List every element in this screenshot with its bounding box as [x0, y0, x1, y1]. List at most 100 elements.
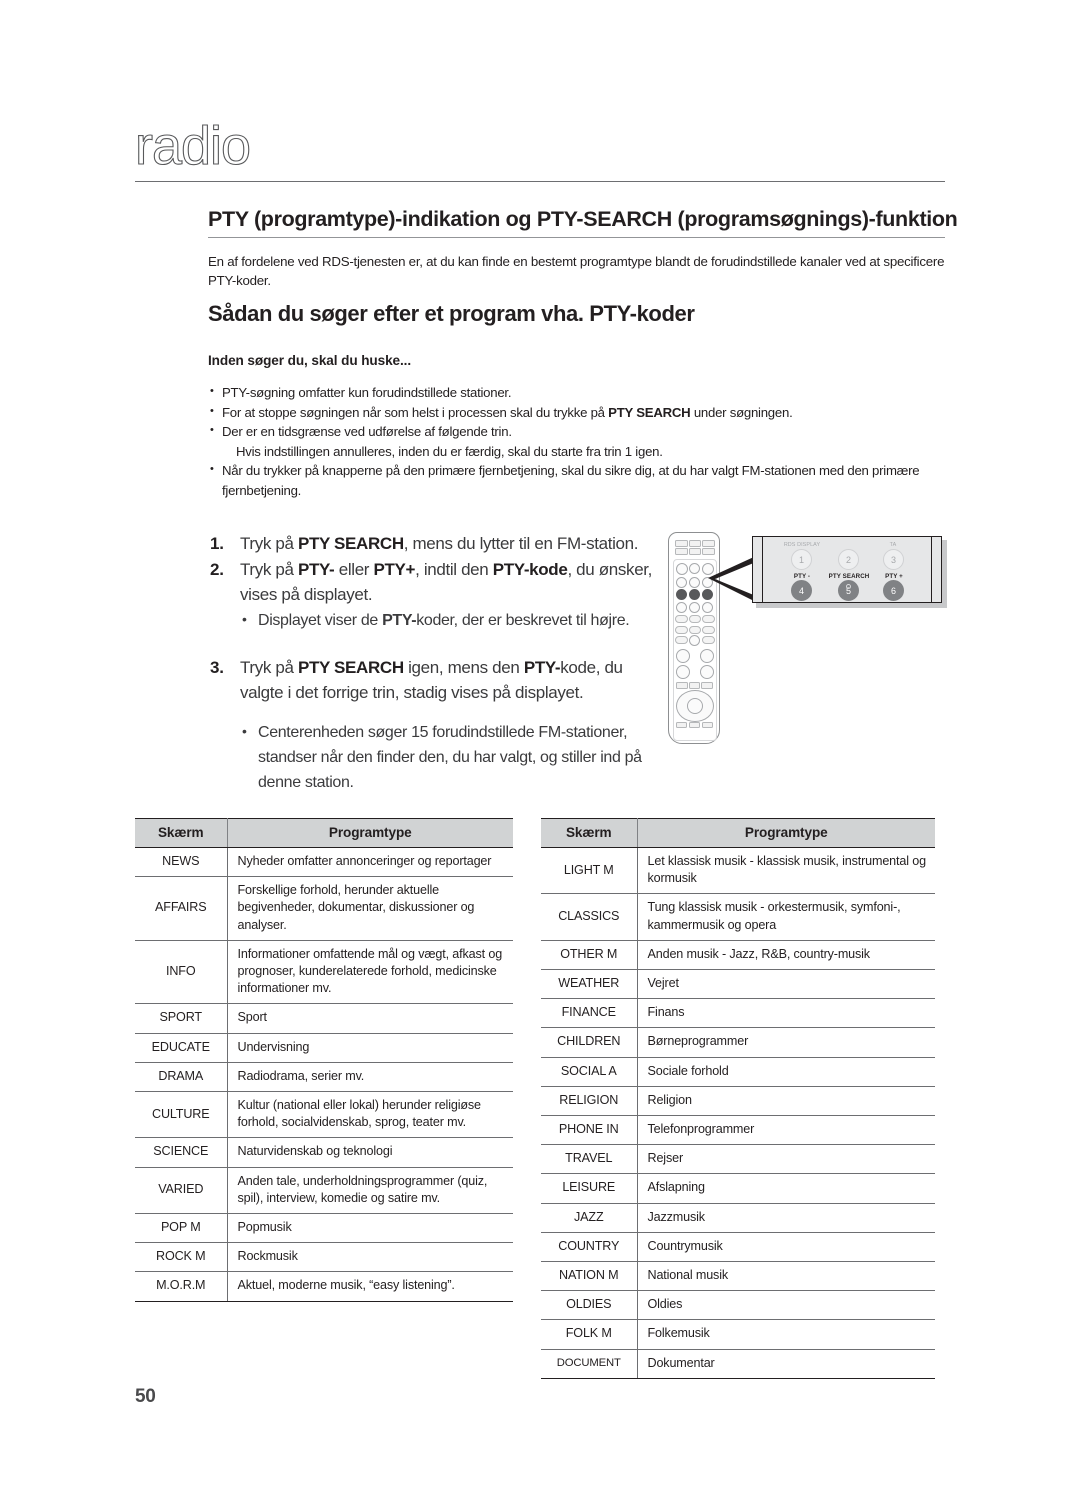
pty-description-cell: Let klassisk musik - klassisk musik, ins…	[637, 847, 935, 895]
table-row: FOLK M Folkemusik	[541, 1319, 935, 1350]
bullet-text: For at stoppe søgningen når som helst i …	[222, 404, 793, 420]
pty-code-cell: INFO	[135, 940, 228, 1005]
callout-label-pty-minus: PTY -	[793, 573, 811, 580]
remote-enter-button	[687, 698, 703, 714]
pty-description-cell: Vejret	[637, 969, 935, 1000]
pty-code-cell: NEWS	[135, 847, 228, 878]
table-row: SCIENCE Naturvidenskab og teknologi	[135, 1137, 513, 1168]
remote-button	[689, 540, 701, 547]
manual-page: radio PTY (programtype)-indikation og PT…	[0, 0, 1080, 1492]
pty-code-cell: EDUCATE	[135, 1033, 228, 1063]
remote-button	[702, 722, 713, 728]
callout-button-6[interactable]: 6	[883, 580, 904, 601]
step-item-1: 1. Tryk på PTY SEARCH, mens du lytter ti…	[210, 531, 670, 556]
pty-description-cell: Radiodrama, serier mv.	[227, 1062, 513, 1093]
subsection-title: Sådan du søger efter et program vha. PTY…	[208, 301, 695, 326]
bullet-text: Der er en tidsgrænse ved udførelse af fø…	[222, 424, 512, 439]
remote-button	[701, 682, 713, 689]
step-text: Tryk på PTY SEARCH igen, mens den PTY-ko…	[240, 658, 623, 702]
remote-detail-callout: RDS DISPLAY TA 1 2 3 PTY - PTY SEARCH PT…	[752, 536, 947, 608]
remote-channel-down-button	[700, 665, 714, 679]
remember-heading: Inden søger du, skal du huske...	[208, 353, 412, 368]
remote-button	[675, 626, 688, 634]
pty-description-cell: Nyheder omfatter annonceringer og report…	[227, 847, 513, 878]
callout-button-6-label: 6	[890, 585, 896, 596]
callout-button-1[interactable]: 1	[791, 549, 812, 570]
pty-description-cell: Afslapning	[637, 1173, 935, 1204]
table-row: DRAMA Radiodrama, serier mv.	[135, 1062, 513, 1093]
pty-description-cell: Kultur (national eller lokal) herunder r…	[227, 1091, 513, 1139]
pty-description-cell: Sociale forhold	[637, 1057, 935, 1087]
step-sub-note: Centerenheden søger 15 forudindstillede …	[240, 719, 670, 795]
remote-button	[689, 563, 700, 574]
callout-button-4[interactable]: 4	[791, 580, 812, 601]
section-intro-paragraph: En af fordelene ved RDS-tjenesten er, at…	[208, 254, 945, 288]
remote-numeric-button	[702, 602, 713, 613]
pty-description-cell: Countrymusik	[637, 1232, 935, 1263]
table-row: WEATHER Vejret	[541, 969, 935, 1000]
table-row: FINANCE Finans	[541, 998, 935, 1029]
pty-code-cell: COUNTRY	[541, 1232, 638, 1263]
callout-button-4-label: 4	[798, 585, 804, 596]
step-number: 3.	[210, 658, 224, 677]
callout-button-5-dot	[846, 583, 851, 589]
pty-description-cell: Anden musik - Jazz, R&B, country-musik	[637, 940, 935, 971]
pty-code-cell: CLASSICS	[541, 893, 638, 941]
callout-button-3[interactable]: 3	[883, 549, 904, 570]
callout-button-5[interactable]: 5	[838, 580, 859, 601]
pty-description-cell: Naturvidenskab og teknologi	[227, 1137, 513, 1168]
remote-numeric-button	[676, 602, 687, 613]
remote-button	[676, 682, 688, 689]
pty-description-cell: Anden tale, underholdningsprogrammer (qu…	[227, 1167, 513, 1215]
remote-button	[675, 636, 688, 644]
pty-code-cell: CULTURE	[135, 1091, 228, 1139]
bullet-continuation: Hvis indstillingen annulleres, inden du …	[236, 443, 663, 459]
list-item: Når du trykker på knapperne på den primæ…	[208, 460, 953, 500]
list-item: Der er en tidsgrænse ved udførelse af fø…	[208, 421, 953, 461]
pty-code-cell: ROCK M	[135, 1242, 228, 1273]
page-number: 50	[135, 1386, 156, 1407]
pty-description-cell: Aktuel, moderne musik, “easy listening”.	[227, 1271, 513, 1302]
pty-description-cell: Folkemusik	[637, 1319, 935, 1350]
pty-description-cell: Religion	[637, 1086, 935, 1117]
callout-button-2[interactable]: 2	[838, 549, 859, 570]
table-row: TRAVEL Rejser	[541, 1144, 935, 1175]
step-number: 2.	[210, 560, 224, 579]
pty-code-cell: M.O.R.M	[135, 1271, 228, 1302]
masthead-title: radio	[134, 115, 251, 176]
table-row: OTHER M Anden musik - Jazz, R&B, country-…	[541, 940, 935, 971]
pty-code-cell: NATION M	[541, 1261, 638, 1292]
remote-volume-up-button	[676, 649, 690, 663]
section-header: PTY (programtype)-indikation og PTY-SEAR…	[208, 207, 958, 238]
remote-numeric-button	[689, 577, 700, 588]
column-header-programtype: Programtype	[637, 818, 935, 848]
table-row: AFFAIRS Forskellige forhold, herunder akt…	[135, 876, 513, 941]
remote-button	[675, 548, 688, 555]
list-item: PTY-søgning omfatter kun forudindstilled…	[208, 382, 953, 403]
callout-face: RDS DISPLAY TA 1 2 3 PTY - PTY SEARCH PT…	[752, 536, 942, 603]
pty-code-cell: OLDIES	[541, 1290, 638, 1321]
callout-label-pty-search: PTY SEARCH	[828, 573, 870, 580]
pty-code-cell: FOLK M	[541, 1319, 638, 1350]
remote-button	[689, 722, 700, 728]
pty-description-cell: Forskellige forhold, herunder aktuelle b…	[227, 876, 513, 941]
remote-pty-search-button	[689, 589, 700, 600]
page-masthead: radio	[134, 115, 945, 182]
numbered-steps-list: 1. Tryk på PTY SEARCH, mens du lytter ti…	[210, 531, 670, 795]
pty-code-cell: WEATHER	[541, 969, 638, 1000]
callout-right-rule	[930, 537, 932, 602]
table-row: SOCIAL A Sociale forhold	[541, 1057, 935, 1087]
pty-code-cell: POP M	[135, 1213, 228, 1244]
table-header-row: Skærm Programtype	[541, 818, 935, 848]
pty-code-cell: DOCUMENT	[541, 1349, 638, 1379]
step-item-2: 2. Tryk på PTY- eller PTY+, indtil den P…	[210, 557, 670, 607]
step-sub-note: Displayet viser de PTY-koder, der er bes…	[240, 607, 670, 633]
pty-code-cell: SPORT	[135, 1003, 228, 1034]
pty-code-cell: TRAVEL	[541, 1144, 638, 1175]
step-text: Tryk på PTY- eller PTY+, indtil den PTY-…	[240, 560, 653, 604]
table-row: INFO Informationer omfattende mål og vægt…	[135, 940, 513, 1005]
step-number: 1.	[210, 534, 224, 553]
remote-button	[689, 635, 700, 646]
pty-description-cell: Rockmusik	[227, 1242, 513, 1273]
callout-left-rule	[762, 537, 764, 602]
